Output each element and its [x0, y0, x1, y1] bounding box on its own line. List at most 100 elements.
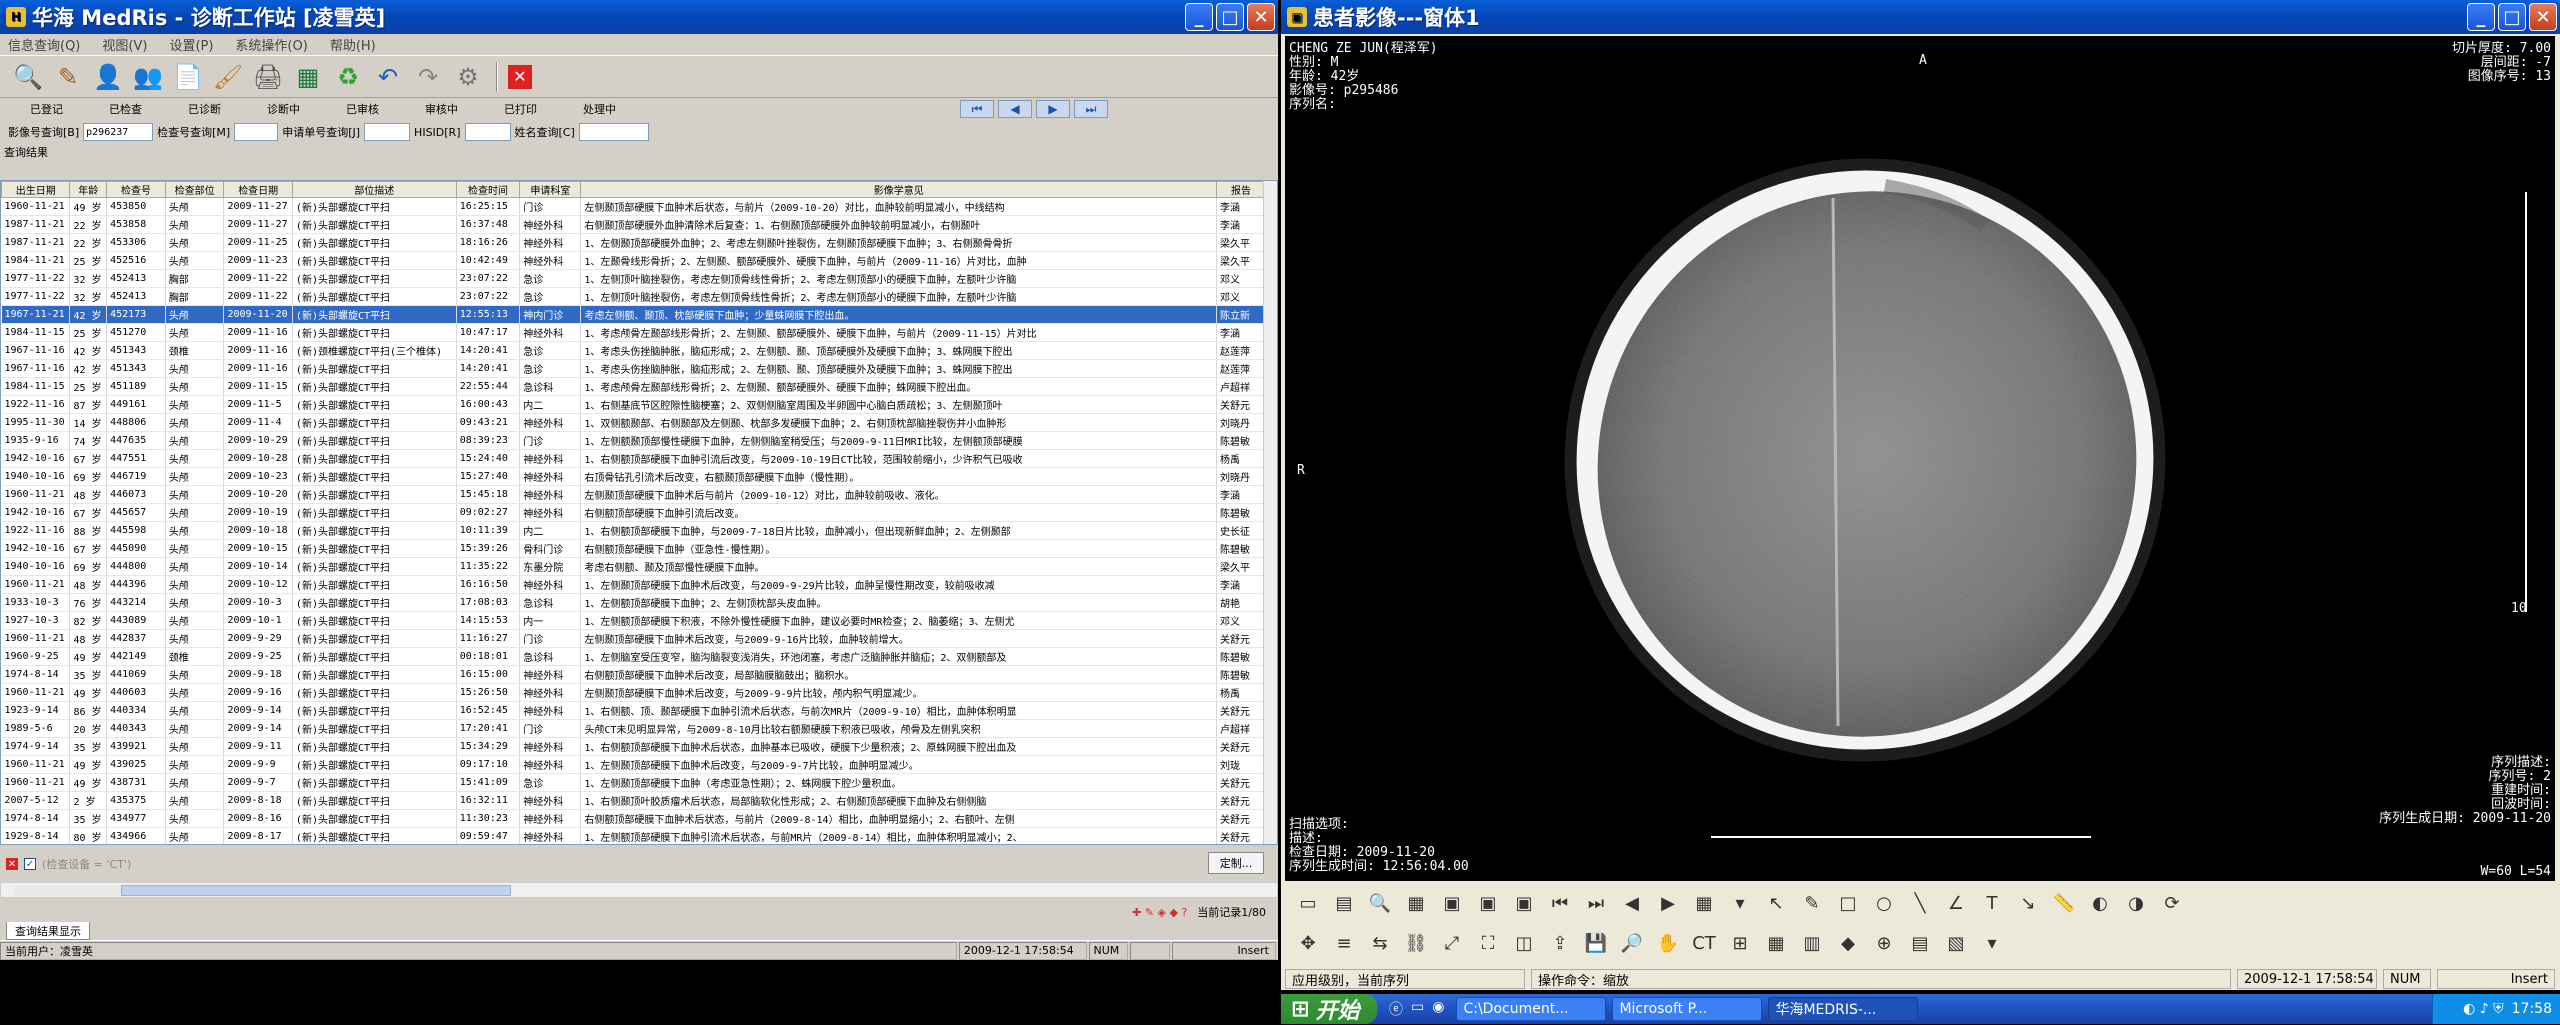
edit-icon[interactable]: ✎ [50, 59, 86, 95]
3d-icon[interactable]: ◆ [1833, 928, 1863, 958]
calendar-icon[interactable]: ▤ [1905, 928, 1935, 958]
menu-item[interactable]: 系统操作(O) [235, 35, 307, 54]
table-row[interactable]: 1987-11-21 22 岁 453858 头颅 2009-11-27 (新)头部螺旋C… [1, 215, 1266, 234]
redo-icon[interactable]: ↷ [410, 59, 446, 95]
histogram-icon[interactable]: ▥ [1797, 928, 1827, 958]
column-header[interactable]: 部位描述 [291, 181, 457, 198]
column-header[interactable]: 检查部位 [164, 181, 225, 198]
next-record-button[interactable]: ▶ [1036, 100, 1070, 118]
contrast-icon[interactable]: ◑ [2121, 888, 2151, 918]
ct-image-viewport[interactable]: CHENG ZE JUN(程泽军) 性别: M 年龄: 42岁 影像号: p29548… [1285, 36, 2555, 881]
fullscreen-icon[interactable]: ⛶ [1473, 928, 1503, 958]
status-label[interactable]: 审核中 [425, 101, 458, 117]
minimize-button[interactable]: _ [1185, 3, 1213, 31]
brush-icon[interactable]: 🖌 [210, 59, 246, 95]
table-row[interactable]: 1977-11-22 32 岁 452413 胸部 2009-11-22 (新)头部螺旋C… [1, 269, 1266, 288]
recycle-icon[interactable]: ♻ [330, 59, 366, 95]
film-icon[interactable]: ▦ [1401, 888, 1431, 918]
text-icon[interactable]: T [1977, 888, 2007, 918]
excel-icon[interactable]: ▦ [290, 59, 326, 95]
table-row[interactable]: 1960-11-21 48 岁 442837 头颅 2009-9-29 (新)头部螺旋CT… [1, 629, 1266, 648]
tool-dropdown-icon[interactable]: ▾ [1977, 928, 2007, 958]
ct-icon[interactable]: CT [1689, 928, 1719, 958]
column-header[interactable]: 出生日期 [1, 181, 71, 198]
table-row[interactable]: 1923-9-14 86 岁 440334 头颅 2009-9-14 (新)头部螺旋CT平… [1, 701, 1266, 720]
clear-filter-icon[interactable]: ✕ [6, 858, 18, 870]
title-bar[interactable]: H 华海 MedRis - 诊断工作站 [凌雪英] _ □ ✕ [0, 0, 1278, 34]
status-label[interactable]: 已检查 [109, 101, 142, 117]
table-row[interactable]: 1974-8-14 35 岁 441069 头颅 2009-9-18 (新)头部螺旋CT平… [1, 665, 1266, 684]
viewer-title-bar[interactable]: ▣ 患者影像---窗体1 _ □ ✕ [1281, 0, 2560, 34]
horizontal-scrollbar[interactable] [0, 882, 1278, 898]
table-row[interactable]: 1984-11-21 25 岁 452516 头颅 2009-11-23 (新)头部螺旋C… [1, 251, 1266, 270]
search-icon[interactable]: 🔍 [10, 59, 46, 95]
person-icon[interactable]: 👤 [90, 59, 126, 95]
table-row[interactable]: 1974-9-14 35 岁 439921 头颅 2009-9-11 (新)头部螺旋CT平… [1, 737, 1266, 756]
tray-icons[interactable]: ◐ ♪ ⛨ [2463, 1001, 2504, 1017]
link-icon[interactable]: ⛓ [1401, 928, 1431, 958]
table-row[interactable]: 1960-11-21 49 岁 438731 头颅 2009-9-7 (新)头部螺旋CT平… [1, 773, 1266, 792]
column-header[interactable]: 报告 [1216, 181, 1266, 198]
stu-icon[interactable]: ▣ [1509, 888, 1539, 918]
line-icon[interactable]: ╲ [1905, 888, 1935, 918]
pointer-icon[interactable]: ↖ [1761, 888, 1791, 918]
start-button[interactable]: ⊞ 开始 [1281, 994, 1377, 1024]
table-row[interactable]: 2007-5-12 2 岁 435375 头颅 2009-8-18 (新)头部螺旋CT平扫… [1, 791, 1266, 810]
status-label[interactable]: 已打印 [504, 101, 537, 117]
exam-no-input[interactable] [234, 123, 279, 141]
fit-icon[interactable]: ⤢ [1437, 928, 1467, 958]
print-icon[interactable]: 🖨 [250, 59, 286, 95]
move-icon[interactable]: ✥ [1293, 928, 1323, 958]
tab-query-results[interactable]: 查询结果显示 [6, 922, 90, 940]
column-header[interactable]: 检查号 [106, 181, 166, 198]
column-header[interactable]: 检查日期 [223, 181, 293, 198]
table-row[interactable]: 1984-11-15 25 岁 451270 头颅 2009-11-16 (新)头部螺旋C… [1, 323, 1266, 342]
maximize-button[interactable]: □ [1216, 3, 1244, 31]
last-image-icon[interactable]: ⏭ [1581, 888, 1611, 918]
table-row[interactable]: 1940-10-16 69 岁 446719 头颅 2009-10-23 (新)头部螺旋C… [1, 467, 1266, 486]
dropdown-icon[interactable]: ▾ [1725, 888, 1755, 918]
first-record-button[interactable]: ⏮ [960, 100, 994, 118]
table-row[interactable]: 1967-11-21 42 岁 452173 头颅 2009-11-20 (新)头部螺旋C… [1, 305, 1266, 324]
column-header[interactable]: 影像学意见 [580, 181, 1218, 198]
table-row[interactable]: 1967-11-16 42 岁 451343 头颅 2009-11-16 (新)头部螺旋C… [1, 359, 1266, 378]
taskbar-task[interactable]: C:\Document... [1456, 997, 1607, 1021]
menu-item[interactable]: 信息查询(Q) [8, 35, 80, 54]
status-label[interactable]: 已审核 [346, 101, 379, 117]
table-row[interactable]: 1929-8-14 80 岁 434966 头颅 2009-8-17 (新)头部螺旋CT平… [1, 827, 1266, 844]
hisid-input[interactable] [464, 123, 511, 141]
table-row[interactable]: 1922-11-16 88 岁 445598 头颅 2009-10-18 (新)头部螺旋C… [1, 521, 1266, 540]
window-icon[interactable]: ◫ [1509, 928, 1539, 958]
column-header[interactable]: 年龄 [69, 181, 108, 198]
last-record-button[interactable]: ⏭ [1074, 100, 1108, 118]
filter-checkbox[interactable]: ✓ [24, 858, 36, 870]
taskbar-task[interactable]: 华海MEDRIS-... [1768, 997, 1919, 1021]
name-query-input[interactable] [578, 123, 649, 141]
table-row[interactable]: 1935-9-16 74 岁 447635 头颅 2009-10-29 (新)头部螺旋CT… [1, 431, 1266, 450]
layout-icon[interactable]: ▭ [1293, 888, 1323, 918]
table-row[interactable]: 1987-11-21 22 岁 453306 头颅 2009-11-25 (新)头部螺旋C… [1, 233, 1266, 252]
table-row[interactable]: 1942-10-16 67 岁 445657 头颅 2009-10-19 (新)头部螺旋C… [1, 503, 1266, 522]
viewer-close-button[interactable]: ✕ [2529, 3, 2557, 31]
menu-item[interactable]: 帮助(H) [330, 35, 376, 54]
table-row[interactable]: 1933-10-3 76 岁 443214 头颅 2009-10-3 (新)头部螺旋CT平… [1, 593, 1266, 612]
table-row[interactable]: 1974-8-14 35 岁 434977 头颅 2009-8-16 (新)头部螺旋CT平… [1, 809, 1266, 828]
pager-icons[interactable]: ✚ ✎ ◈ ◆ ? [1132, 906, 1187, 919]
custom-button[interactable]: 定制... [1208, 852, 1264, 874]
status-label[interactable]: 处理中 [583, 101, 616, 117]
image-no-input[interactable] [83, 123, 154, 141]
table-row[interactable]: 1942-10-16 67 岁 447551 头颅 2009-10-28 (新)头部螺旋C… [1, 449, 1266, 468]
pan-icon[interactable]: ✋ [1653, 928, 1683, 958]
users-icon[interactable]: 👥 [130, 59, 166, 95]
close-button[interactable]: ✕ [1247, 3, 1275, 31]
arrow-icon[interactable]: ↘ [2013, 888, 2043, 918]
status-label[interactable]: 已登记 [30, 101, 63, 117]
stack-icon[interactable]: ≡ [1329, 928, 1359, 958]
angle-icon[interactable]: ∠ [1941, 888, 1971, 918]
magnify-icon[interactable]: 🔍 [1365, 888, 1395, 918]
table-row[interactable]: 1960-11-21 48 岁 444396 头颅 2009-10-12 (新)头部螺旋C… [1, 575, 1266, 594]
img-icon[interactable]: ▣ [1437, 888, 1467, 918]
table-row[interactable]: 1940-10-16 69 岁 444800 头颅 2009-10-14 (新)头部螺旋C… [1, 557, 1266, 576]
ie-icon[interactable]: ⓔ [1389, 999, 1403, 1019]
grid-icon[interactable]: ▦ [1689, 888, 1719, 918]
